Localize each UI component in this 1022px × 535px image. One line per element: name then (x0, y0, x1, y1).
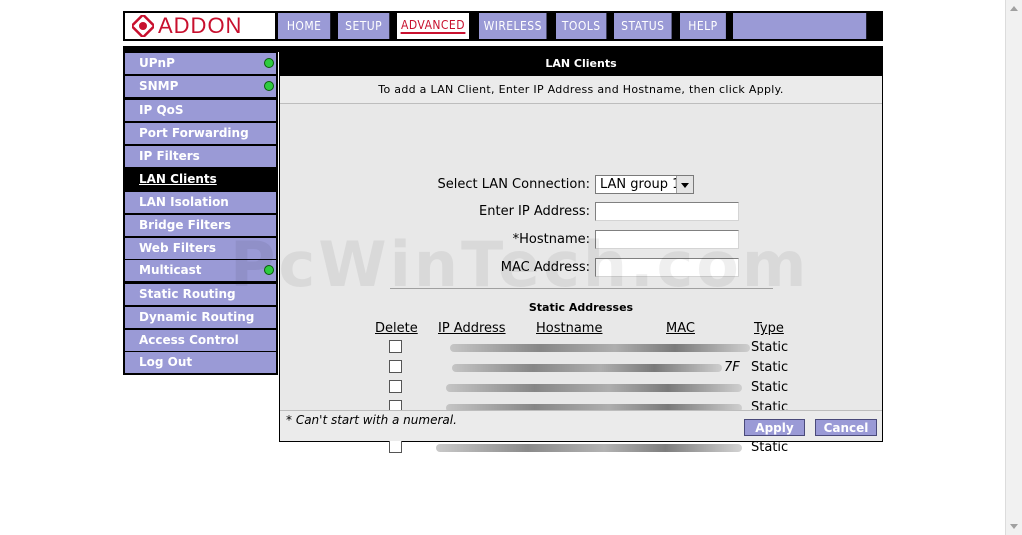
row-type: Static (751, 440, 789, 455)
tab-wireless[interactable]: WIRELESS (479, 13, 547, 39)
sidebar-item-lan-clients[interactable]: LAN Clients (125, 169, 276, 190)
tab-filler (733, 13, 867, 39)
delete-checkbox[interactable] (389, 360, 402, 373)
status-indicator-icon (264, 58, 274, 68)
sidebar-item-ip-filters[interactable]: IP Filters (125, 146, 276, 167)
row-mac-fragment: 7F (724, 360, 740, 375)
form-footer: * Can't start with a numeral. Apply Canc… (280, 410, 882, 441)
sidebar-item-log-out[interactable]: Log Out (125, 352, 276, 373)
hostname-note: * Can't start with a numeral. (286, 413, 457, 427)
cancel-button[interactable]: Cancel (815, 419, 877, 436)
sidebar-item-ip-qos[interactable]: IP QoS (125, 100, 276, 121)
column-ip-address: IP Address (438, 321, 506, 336)
sidebar-item-port-forwarding[interactable]: Port Forwarding (125, 123, 276, 144)
brand-logo: ADDON (125, 13, 275, 39)
sidebar-item-upnp[interactable]: UPnP (125, 53, 276, 74)
sidebar: UPnP SNMP IP QoS Port Forwarding IP Filt… (123, 52, 278, 375)
header-bar: ADDON HOME SETUP ADVANCED WIRELESS TOOLS… (123, 11, 883, 41)
redacted-row-data (446, 384, 742, 392)
watermark: PcWinTech.com (230, 228, 810, 301)
tab-help[interactable]: HELP (680, 13, 726, 39)
column-hostname: Hostname (536, 321, 603, 336)
sidebar-item-dynamic-routing[interactable]: Dynamic Routing (125, 307, 276, 328)
scroll-up-icon[interactable] (1010, 6, 1018, 11)
status-indicator-icon (264, 81, 274, 91)
sidebar-item-lan-isolation[interactable]: LAN Isolation (125, 192, 276, 213)
sidebar-item-snmp[interactable]: SNMP (125, 76, 276, 97)
ip-address-field[interactable] (595, 202, 739, 221)
connection-label: Select LAN Connection: (437, 177, 590, 192)
vertical-scrollbar[interactable] (1005, 0, 1022, 535)
tab-status[interactable]: STATUS (614, 13, 672, 39)
chevron-down-icon[interactable] (676, 176, 693, 193)
row-type: Static (751, 360, 789, 375)
sidebar-item-access-control[interactable]: Access Control (125, 330, 276, 351)
row-type: Static (751, 340, 789, 355)
lan-connection-select[interactable]: LAN group 1 (595, 175, 694, 194)
page-title: LAN Clients (280, 52, 882, 76)
delete-checkbox[interactable] (389, 440, 402, 453)
apply-button[interactable]: Apply (744, 419, 805, 436)
redacted-row-data (436, 444, 742, 452)
redacted-row-data (450, 344, 750, 352)
delete-checkbox[interactable] (389, 340, 402, 353)
column-mac: MAC (666, 321, 695, 336)
column-delete: Delete (375, 321, 418, 336)
tab-advanced[interactable]: ADVANCED (397, 13, 469, 39)
static-addresses-title: Static Addresses (528, 301, 634, 314)
row-type: Static (751, 380, 789, 395)
ip-label: Enter IP Address: (479, 204, 590, 219)
delete-checkbox[interactable] (389, 380, 402, 393)
page-instructions: To add a LAN Client, Enter IP Address an… (280, 76, 882, 104)
tab-tools[interactable]: TOOLS (556, 13, 607, 39)
redacted-row-data (452, 364, 722, 372)
column-type: Type (754, 321, 784, 336)
scroll-down-icon[interactable] (1010, 524, 1018, 529)
tab-home[interactable]: HOME (278, 13, 331, 39)
addon-logo-icon (132, 15, 154, 37)
top-nav-tabs: HOME SETUP ADVANCED WIRELESS TOOLS STATU… (278, 13, 883, 39)
tab-setup[interactable]: SETUP (338, 13, 390, 39)
brand-name: ADDON (158, 13, 243, 38)
